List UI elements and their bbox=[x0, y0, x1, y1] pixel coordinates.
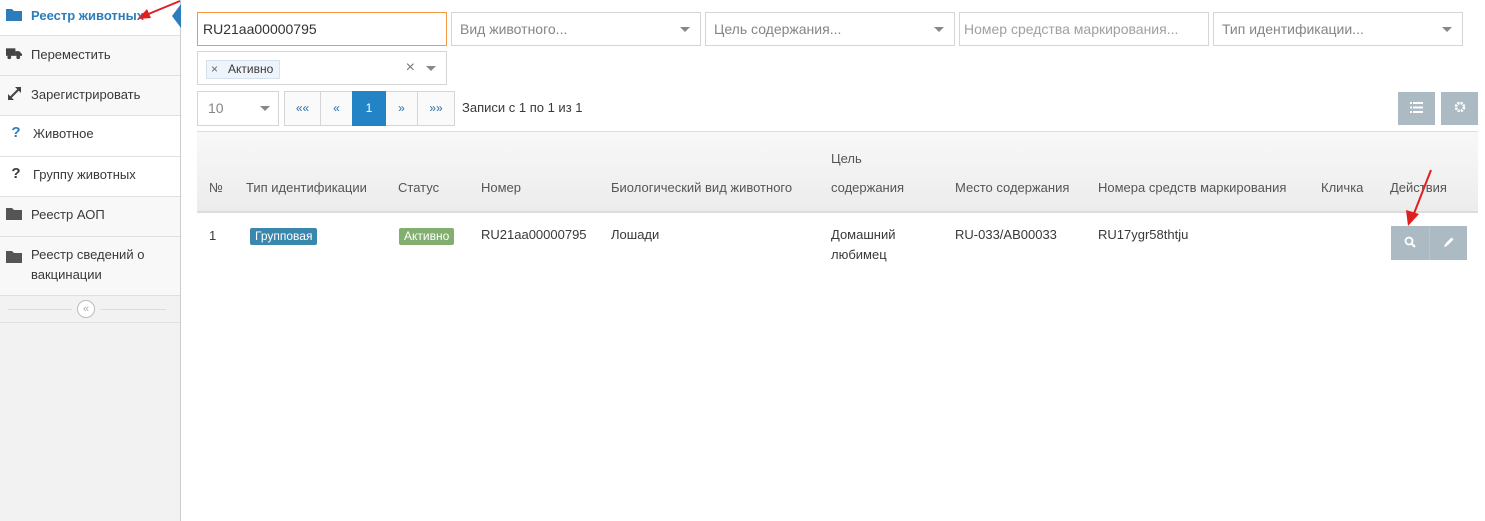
sidebar-item-label: Зарегистрировать bbox=[31, 87, 141, 102]
header-status[interactable]: Статус bbox=[398, 174, 439, 202]
sidebar: Реестр животных Переместить Зарегистриро… bbox=[0, 0, 181, 521]
folder-icon bbox=[6, 6, 22, 22]
sidebar-item-label: Животное bbox=[33, 126, 94, 141]
table-header: № Тип идентификации Статус Номер Биологи… bbox=[197, 131, 1478, 213]
id-type-badge: Групповая bbox=[250, 228, 318, 245]
header-number[interactable]: Номер bbox=[481, 174, 521, 202]
pencil-icon bbox=[1443, 236, 1455, 251]
prev-page-button[interactable]: « bbox=[320, 91, 353, 126]
sidebar-item-animal-group[interactable]: ? Группу животных bbox=[0, 157, 180, 197]
folder-icon bbox=[6, 248, 22, 264]
sidebar-item-animal-registry[interactable]: Реестр животных bbox=[0, 0, 181, 36]
cell-number: RU21aa00000795 bbox=[481, 227, 587, 242]
chevron-down-icon bbox=[426, 66, 436, 71]
search-icon bbox=[1404, 236, 1416, 251]
chevron-down-icon bbox=[260, 106, 270, 111]
sidebar-item-label: Реестр сведений о вакцинации bbox=[31, 247, 145, 282]
sidebar-item-vaccination-registry[interactable]: Реестр сведений о вакцинации bbox=[0, 237, 180, 296]
sidebar-item-register[interactable]: Зарегистрировать bbox=[0, 76, 180, 116]
cell-marking: RU17ygr58thtju bbox=[1098, 227, 1189, 242]
collapse-sidebar-button[interactable]: « bbox=[77, 300, 95, 318]
list-icon bbox=[1410, 101, 1423, 116]
sidebar-collapse-bar: « bbox=[0, 296, 180, 323]
page-1-button[interactable]: 1 bbox=[352, 91, 386, 126]
question-icon: ? bbox=[11, 123, 21, 141]
sidebar-item-label: Реестр животных bbox=[31, 8, 144, 23]
id-type-select[interactable]: Тип идентификации... bbox=[1213, 12, 1463, 46]
status-multiselect[interactable]: × Активно × bbox=[197, 51, 447, 85]
marking-number-text[interactable] bbox=[964, 21, 1208, 37]
sidebar-item-label: Переместить bbox=[31, 47, 111, 62]
truck-icon bbox=[6, 45, 22, 61]
purpose-placeholder: Цель содержания... bbox=[714, 21, 842, 37]
table-row: 1 Групповая Активно RU21aa00000795 Лошад… bbox=[197, 213, 1478, 271]
chevron-down-icon bbox=[680, 27, 690, 32]
search-number-input[interactable] bbox=[197, 12, 447, 46]
records-info: Записи с 1 по 1 из 1 bbox=[462, 100, 583, 115]
cell-id-type: Групповая bbox=[250, 226, 318, 246]
gear-icon bbox=[1454, 101, 1466, 116]
search-number-text[interactable] bbox=[203, 21, 446, 37]
chip-remove-icon[interactable]: × bbox=[211, 61, 218, 78]
page-size-value: 10 bbox=[208, 100, 224, 116]
id-type-placeholder: Тип идентификации... bbox=[1222, 21, 1364, 37]
pagination: «« « 1 » »» bbox=[284, 91, 455, 126]
marking-number-input[interactable] bbox=[959, 12, 1209, 46]
chevron-down-icon bbox=[934, 27, 944, 32]
first-page-button[interactable]: «« bbox=[284, 91, 321, 126]
folder-icon bbox=[6, 205, 22, 221]
sidebar-item-label: Группу животных bbox=[33, 167, 136, 182]
clear-icon[interactable]: × bbox=[406, 52, 415, 84]
cell-purpose-line1: Домашний bbox=[831, 227, 896, 242]
status-chip-label: Активно bbox=[228, 62, 274, 76]
status-chip: × Активно bbox=[206, 60, 281, 79]
cell-place: RU-033/AB00033 bbox=[955, 227, 1057, 242]
cell-purpose-line2: любимец bbox=[831, 247, 887, 262]
sidebar-item-move[interactable]: Переместить bbox=[0, 36, 180, 76]
header-species[interactable]: Биологический вид животного bbox=[611, 174, 792, 202]
species-select[interactable]: Вид животного... bbox=[451, 12, 701, 46]
view-button[interactable] bbox=[1391, 226, 1429, 260]
status-badge: Активно bbox=[399, 228, 455, 245]
cell-species: Лошади bbox=[611, 227, 660, 242]
header-actions: Действия bbox=[1390, 180, 1447, 195]
settings-button[interactable] bbox=[1441, 92, 1478, 125]
sidebar-item-label: Реестр АОП bbox=[31, 207, 105, 222]
header-num[interactable]: № bbox=[209, 174, 223, 202]
header-purpose-line2[interactable]: содержания bbox=[831, 174, 904, 202]
header-id-type[interactable]: Тип идентификации bbox=[246, 174, 367, 202]
divider bbox=[100, 309, 166, 310]
next-page-button[interactable]: » bbox=[385, 91, 418, 126]
chevron-down-icon bbox=[1442, 27, 1452, 32]
header-nickname[interactable]: Кличка bbox=[1321, 174, 1363, 202]
header-place[interactable]: Место содержания bbox=[955, 174, 1069, 202]
purpose-select[interactable]: Цель содержания... bbox=[705, 12, 955, 46]
last-page-button[interactable]: »» bbox=[417, 91, 455, 126]
cell-num: 1 bbox=[209, 228, 217, 243]
species-placeholder: Вид животного... bbox=[460, 21, 568, 37]
question-icon: ? bbox=[11, 164, 21, 182]
header-purpose-line1[interactable]: Цель bbox=[831, 145, 862, 173]
sidebar-item-aop-registry[interactable]: Реестр АОП bbox=[0, 197, 180, 237]
header-marking[interactable]: Номера средств маркирования bbox=[1098, 174, 1286, 202]
active-indicator bbox=[172, 4, 181, 28]
divider bbox=[8, 309, 72, 310]
sidebar-item-animal[interactable]: ? Животное bbox=[0, 116, 180, 157]
page-size-select[interactable]: 10 bbox=[197, 91, 279, 126]
edit-button[interactable] bbox=[1429, 226, 1467, 260]
cell-status: Активно bbox=[399, 226, 455, 246]
columns-list-button[interactable] bbox=[1398, 92, 1435, 125]
expand-arrows-icon bbox=[6, 85, 22, 101]
